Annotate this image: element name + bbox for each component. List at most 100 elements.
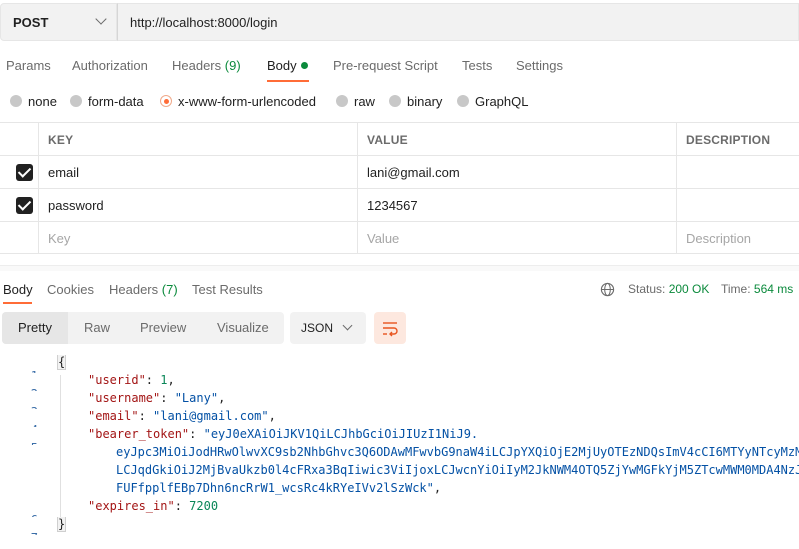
headers-count: (9) xyxy=(224,58,241,73)
response-tabs: Body Cookies Headers (7) Test Results St… xyxy=(0,272,799,306)
table-row: email lani@gmail.com xyxy=(0,155,799,188)
radio-circle xyxy=(70,95,82,107)
json-sep: : xyxy=(160,391,175,405)
mode-raw[interactable]: Raw xyxy=(84,320,110,335)
row-checkbox[interactable] xyxy=(16,197,33,214)
chevron-down-icon xyxy=(342,320,353,331)
json-sep: : xyxy=(145,373,161,387)
mode-pretty[interactable]: Pretty xyxy=(18,320,52,335)
json-comma: , xyxy=(268,409,276,423)
json-value: 7200 xyxy=(189,499,219,513)
tab-label: Settings xyxy=(516,58,563,73)
status-value[interactable]: 200 OK xyxy=(669,282,710,296)
format-label: JSON xyxy=(301,321,334,335)
json-comma: , xyxy=(167,373,175,387)
table-row-empty: Key Value Description xyxy=(0,221,799,254)
response-tab-headers[interactable]: Headers (7) xyxy=(109,282,178,297)
code-text: } xyxy=(56,517,67,532)
json-comma: , xyxy=(218,391,226,405)
code-text: { xyxy=(56,355,67,370)
url-input[interactable]: http://localhost:8000/login xyxy=(117,3,799,41)
tab-authorization[interactable]: Authorization xyxy=(72,58,148,73)
json-comma: , xyxy=(433,481,442,495)
radio-circle xyxy=(10,95,22,107)
time-value[interactable]: 564 ms xyxy=(754,282,793,296)
mode-visualize[interactable]: Visualize xyxy=(217,320,269,335)
active-response-tab-underline xyxy=(3,302,32,304)
key-placeholder: Key xyxy=(48,231,71,246)
description-placeholder: Description xyxy=(686,231,752,246)
tab-pre-request-script[interactable]: Pre-request Script xyxy=(333,58,438,73)
json-value-continued: LCJqdGkiOiJ2MjBvaUkzb0l4cFRxa3BqIiwic3Vi… xyxy=(116,463,799,477)
tab-label: Tests xyxy=(462,58,493,73)
key-cell[interactable]: password xyxy=(38,189,357,221)
code-text: "expires_in": 7200 xyxy=(88,499,218,513)
code-line: 7 } xyxy=(0,517,799,535)
code-line-wrapped: LCJqdGkiOiJ2MjBvaUkzb0l4cFRxa3BqIiwic3Vi… xyxy=(0,463,799,481)
status-label: Status: xyxy=(628,282,666,296)
radio-label: x-www-form-urlencoded xyxy=(178,94,316,109)
headers-count: (7) xyxy=(161,282,178,297)
method-select[interactable]: POST xyxy=(0,3,117,41)
value-input[interactable]: Value xyxy=(357,222,676,253)
header-key: KEY xyxy=(38,123,357,155)
tab-label: Headers xyxy=(172,58,222,73)
description-cell[interactable] xyxy=(676,189,799,221)
tab-settings[interactable]: Settings xyxy=(516,58,563,73)
tab-params[interactable]: Params xyxy=(6,58,51,73)
radio-label: binary xyxy=(407,94,443,109)
request-tabs: Params Authorization Headers (9) Body Pr… xyxy=(0,52,799,82)
pane-divider[interactable] xyxy=(0,265,799,271)
json-value: "eyJ0eXAiOiJKV1QiLCJhbGciOiJIUzI1NiJ9. xyxy=(203,427,479,441)
table-header-row: KEY VALUE DESCRIPTION xyxy=(0,122,799,155)
tab-tests[interactable]: Tests xyxy=(462,58,492,73)
body-type-radios: none form-data x-www-form-urlencoded raw… xyxy=(0,90,799,114)
json-sep: : xyxy=(174,499,190,513)
line-number: 7 xyxy=(0,531,38,535)
radio-label: form-data xyxy=(88,94,144,109)
radio-label: none xyxy=(28,94,57,109)
code-text: "bearer_token": "eyJ0eXAiOiJKV1QiLCJhbGc… xyxy=(88,427,478,441)
wrap-lines-button[interactable] xyxy=(374,312,406,344)
code-line: 5 "bearer_token": "eyJ0eXAiOiJKV1QiLCJhb… xyxy=(0,427,799,445)
code-line: 3 "username": "Lany", xyxy=(0,391,799,409)
close-brace: } xyxy=(56,517,67,532)
response-tab-cookies[interactable]: Cookies xyxy=(47,282,94,297)
description-input[interactable]: Description xyxy=(676,222,799,253)
tab-label: Authorization xyxy=(72,58,148,73)
tab-label: Headers xyxy=(109,282,159,297)
code-text: FUFfpplfEBp7Dhn6ncRrW1_wcsRc4kRYeIVv2lSz… xyxy=(116,481,441,495)
radio-circle xyxy=(336,95,348,107)
active-tab-underline xyxy=(267,80,309,82)
tab-headers[interactable]: Headers (9) xyxy=(172,58,241,73)
code-line-wrapped: FUFfpplfEBp7Dhn6ncRrW1_wcsRc4kRYeIVv2lSz… xyxy=(0,481,799,499)
radio-circle-selected xyxy=(160,95,172,107)
tab-label: Params xyxy=(6,58,51,73)
description-cell[interactable] xyxy=(676,156,799,188)
mode-preview[interactable]: Preview xyxy=(140,320,186,335)
tab-label: Test Results xyxy=(192,282,263,297)
response-tab-body[interactable]: Body xyxy=(3,282,33,297)
tab-body[interactable]: Body xyxy=(267,58,308,73)
json-value: "lani@gmail.com" xyxy=(153,409,269,423)
json-sep: : xyxy=(189,427,204,441)
url-text: http://localhost:8000/login xyxy=(130,15,278,30)
radio-circle xyxy=(389,95,401,107)
url-bar: POST http://localhost:8000/login xyxy=(0,0,799,44)
code-line-wrapped: eyJpc3MiOiJodHRwOlwvXC9sb2NhbGhvc3Q6ODAw… xyxy=(0,445,799,463)
time-label: Time: xyxy=(721,282,751,296)
globe-icon[interactable] xyxy=(600,282,615,297)
row-checkbox[interactable] xyxy=(16,164,33,181)
code-text: "email": "lani@gmail.com", xyxy=(88,409,276,423)
code-line: 6 "expires_in": 7200 xyxy=(0,499,799,517)
json-key: "bearer_token" xyxy=(88,427,190,441)
value-placeholder: Value xyxy=(367,231,400,246)
response-tab-test-results[interactable]: Test Results xyxy=(192,282,263,297)
format-select[interactable]: JSON xyxy=(290,312,366,344)
value-cell[interactable]: lani@gmail.com xyxy=(357,156,676,188)
key-cell[interactable]: email xyxy=(38,156,357,188)
chevron-down-icon xyxy=(95,13,107,25)
key-input[interactable]: Key xyxy=(38,222,357,253)
value-cell[interactable]: 1234567 xyxy=(357,189,676,221)
code-line: 1 { xyxy=(0,355,799,373)
